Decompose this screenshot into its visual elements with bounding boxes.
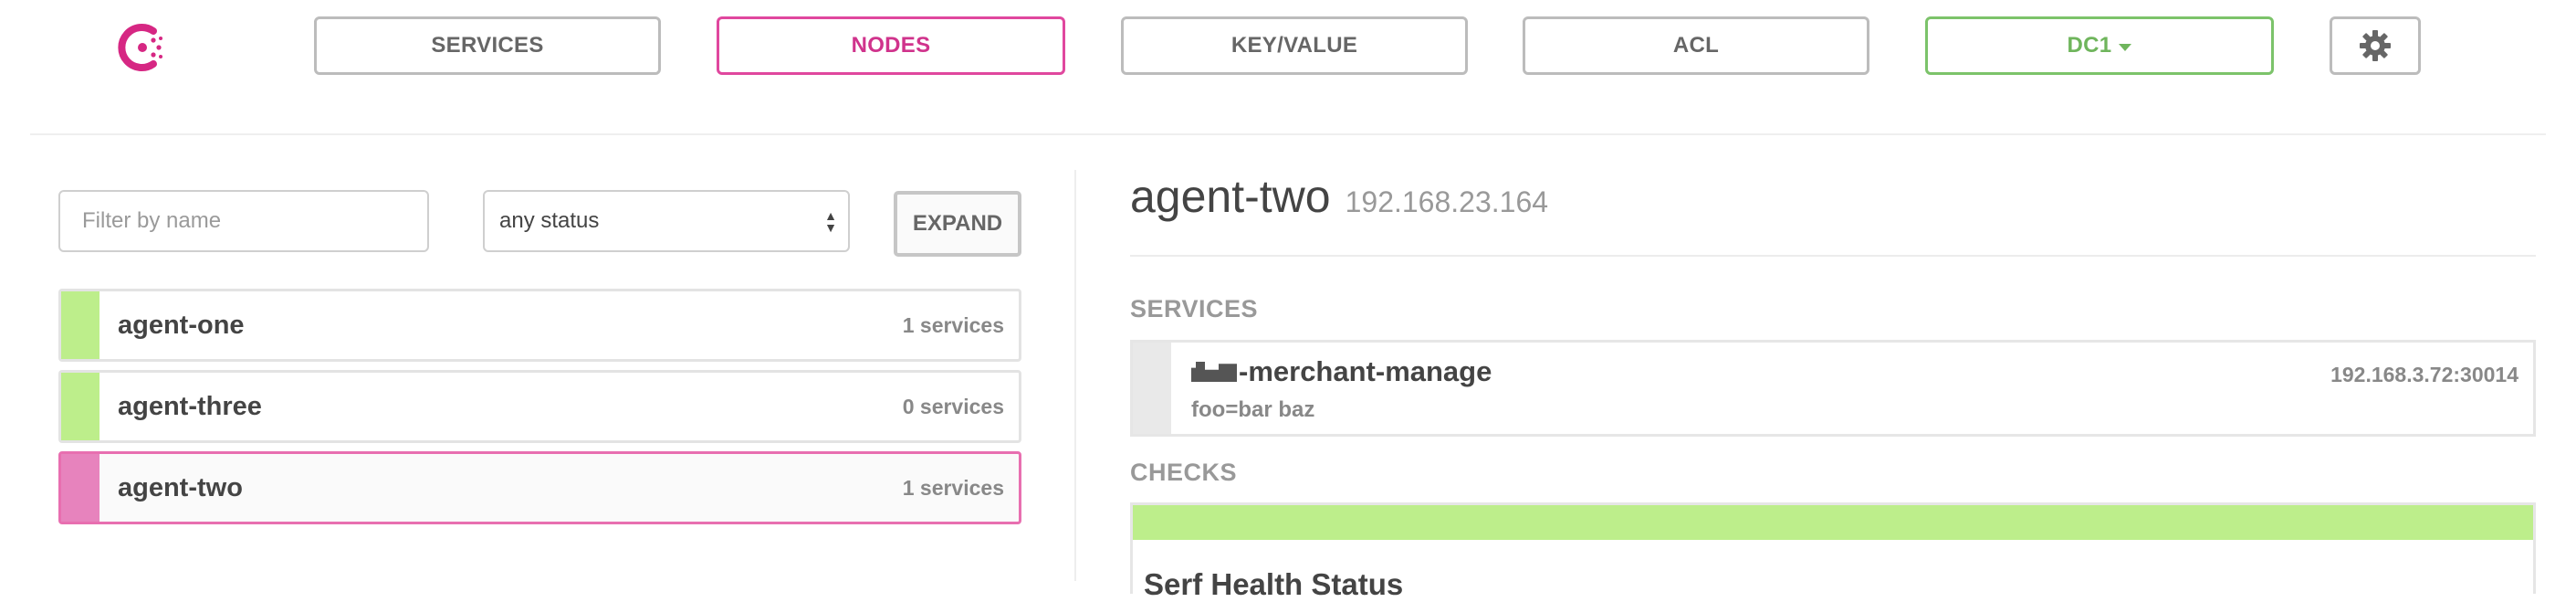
status-bar bbox=[1133, 343, 1171, 434]
expand-button[interactable]: EXPAND bbox=[894, 191, 1021, 257]
node-detail-address: 192.168.23.164 bbox=[1345, 185, 1549, 218]
node-name: agent-two bbox=[118, 472, 243, 502]
datacenter-dropdown[interactable]: DC1 bbox=[1925, 16, 2274, 75]
services-heading: SERVICES bbox=[1130, 295, 1259, 322]
nav-acl-button[interactable]: ACL bbox=[1523, 16, 1869, 75]
filter-name-input[interactable]: Filter by name bbox=[58, 190, 429, 252]
node-detail-name: agent-two bbox=[1130, 171, 1331, 222]
node-list-item[interactable]: agent-one 1 services bbox=[58, 289, 1021, 362]
nav-services-button[interactable]: SERVICES bbox=[314, 16, 661, 75]
nav-keyvalue-button[interactable]: KEY/VALUE bbox=[1121, 16, 1468, 75]
status-bar bbox=[61, 373, 99, 440]
detail-divider bbox=[1130, 255, 2536, 257]
node-list-item[interactable]: agent-three 0 services bbox=[58, 370, 1021, 443]
chevron-down-icon bbox=[2119, 43, 2132, 51]
redacted-text bbox=[1191, 362, 1237, 382]
status-select[interactable]: any status ▲ ▼ bbox=[483, 190, 850, 252]
status-bar bbox=[61, 291, 99, 359]
checks-heading: CHECKS bbox=[1130, 459, 1238, 486]
header-divider bbox=[30, 133, 2546, 135]
node-detail-title: agent-two 192.168.23.164 bbox=[1130, 170, 1548, 223]
node-name: agent-three bbox=[118, 391, 262, 421]
node-service-count: 0 services bbox=[902, 394, 1004, 418]
node-service-count: 1 services bbox=[902, 312, 1004, 337]
check-status-bar bbox=[1133, 505, 2533, 540]
service-tags: foo=bar baz bbox=[1191, 397, 1315, 422]
service-name-suffix: -merchant-manage bbox=[1239, 355, 1492, 387]
node-service-count: 1 services bbox=[902, 475, 1004, 500]
select-arrows-icon: ▲ ▼ bbox=[824, 208, 837, 235]
settings-button[interactable] bbox=[2330, 16, 2421, 75]
service-item[interactable]: -merchant-manage foo=bar baz 192.168.3.7… bbox=[1130, 340, 2536, 437]
nav-nodes-button[interactable]: NODES bbox=[717, 16, 1065, 75]
column-divider bbox=[1074, 170, 1076, 581]
service-name: -merchant-manage bbox=[1191, 355, 1492, 388]
datacenter-label: DC1 bbox=[2067, 33, 2112, 58]
consul-logo-icon[interactable] bbox=[113, 18, 172, 77]
node-name: agent-one bbox=[118, 310, 245, 340]
check-name: Serf Health Status bbox=[1144, 567, 1404, 601]
status-bar bbox=[61, 454, 99, 522]
node-list-item-selected[interactable]: agent-two 1 services bbox=[58, 451, 1021, 524]
gear-icon bbox=[2360, 30, 2391, 61]
status-select-value: any status bbox=[499, 208, 600, 233]
check-item[interactable]: Serf Health Status bbox=[1130, 502, 2536, 601]
service-address: 192.168.3.72:30014 bbox=[2330, 363, 2518, 386]
